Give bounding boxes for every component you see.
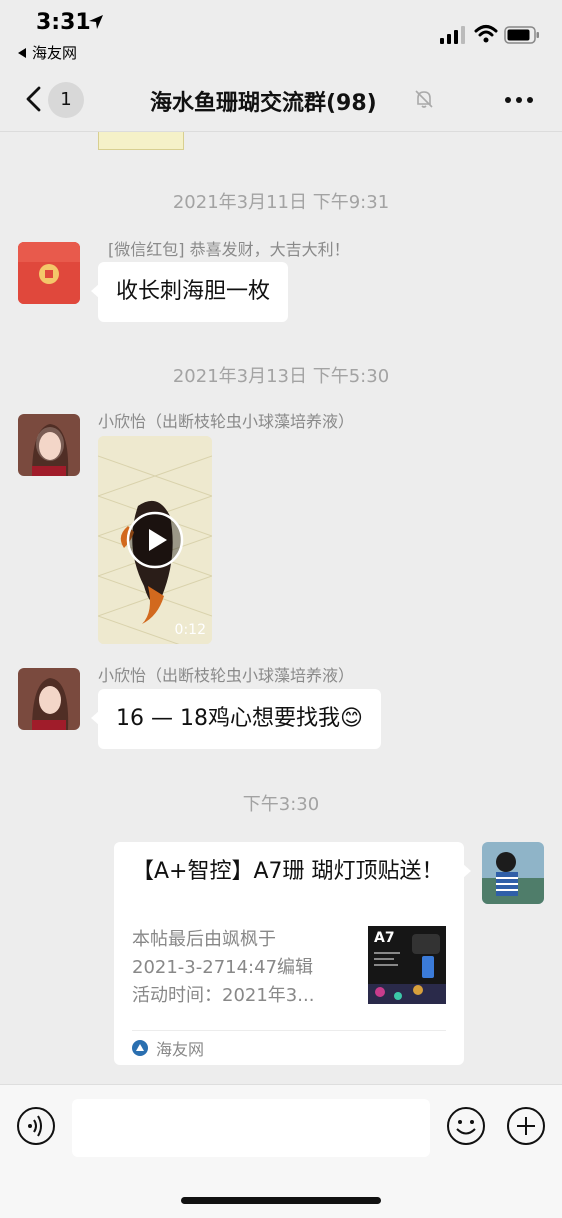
- location-arrow-icon: [89, 15, 103, 29]
- back-app-label: 海友网: [32, 44, 78, 62]
- plus-icon[interactable]: [506, 1106, 546, 1146]
- status-time: 3:31: [36, 10, 91, 35]
- message-bubble-text[interactable]: 16 — 18鸡心想要找我😊: [91, 689, 381, 749]
- sender-name-video: 小欣怡（出断枝轮虫小球藻培养液）: [98, 412, 355, 431]
- link-card-message[interactable]: 【A+智控】A7珊 瑚灯顶贴送！ 本帖最后由飒枫于 2021-3-2714:47…: [114, 842, 471, 1065]
- back-triangle-icon: [18, 47, 26, 58]
- red-packet-caption: [微信红包] 恭喜发财，大吉大利！: [108, 240, 350, 259]
- avatar-xiaoxinyi-2[interactable]: [18, 668, 80, 730]
- user-avatar-image: [482, 842, 544, 904]
- chat-header: 1 海水鱼珊瑚交流群(98): [0, 70, 562, 132]
- red-packet-icon: [18, 242, 80, 304]
- cellular-signal-icon: [440, 26, 465, 44]
- card-desc-line-2: 2021-3-2714:47编辑: [132, 957, 314, 978]
- timestamp-3: 下午3:30: [242, 794, 320, 815]
- voice-icon[interactable]: [16, 1106, 56, 1146]
- message-bubble-red-packet[interactable]: 收长刺海胆一枚: [90, 262, 289, 322]
- previous-image-thumbnail[interactable]: [98, 132, 184, 150]
- emoji-icon[interactable]: [446, 1106, 486, 1146]
- status-bar: 3:31 海友网: [0, 0, 562, 70]
- message-list[interactable]: 2021年3月11日 下午9:31 [微信红包] 恭喜发财，大吉大利！ 收长刺海…: [0, 132, 562, 1082]
- input-toolbar: [0, 1084, 562, 1218]
- card-divider: [132, 1030, 446, 1031]
- back-to-app-link[interactable]: 海友网: [16, 42, 77, 63]
- card-source-label: 海友网: [156, 1040, 205, 1059]
- card-description: 本帖最后由飒枫于 2021-3-2714:47编辑 活动时间：2021年3...: [132, 926, 352, 1010]
- more-dots-icon[interactable]: [504, 96, 534, 104]
- app-logo-icon: [132, 1040, 148, 1056]
- card-thumbnail: A7: [368, 926, 446, 1004]
- video-duration: 0:12: [174, 622, 206, 638]
- card-desc-line-3: 活动时间：2021年3...: [132, 985, 315, 1006]
- user-avatar-image: [18, 668, 80, 730]
- sender-name-text: 小欣怡（出断枝轮虫小球藻培养液）: [98, 666, 355, 685]
- chevron-left-icon[interactable]: [20, 84, 50, 114]
- card-title: 【A+智控】A7珊 瑚灯顶贴送！: [132, 859, 444, 884]
- avatar-self[interactable]: [482, 842, 544, 904]
- timestamp-2: 2021年3月13日 下午5:30: [172, 366, 390, 387]
- message-input[interactable]: [72, 1099, 430, 1157]
- product-image: [368, 934, 446, 1004]
- play-icon[interactable]: [125, 510, 185, 570]
- user-avatar-image: [18, 414, 80, 476]
- wifi-icon: [474, 25, 498, 43]
- card-desc-line-1: 本帖最后由飒枫于: [132, 929, 276, 950]
- chat-title: 海水鱼珊瑚交流群(98): [150, 91, 377, 116]
- avatar-red-packet-sender[interactable]: [18, 242, 80, 304]
- avatar-xiaoxinyi[interactable]: [18, 414, 80, 476]
- card-source: 海友网: [132, 1036, 204, 1060]
- home-indicator[interactable]: [181, 1197, 381, 1204]
- unread-count-badge[interactable]: 1: [48, 82, 84, 118]
- timestamp-1: 2021年3月11日 下午9:31: [172, 192, 390, 213]
- battery-icon: [504, 26, 539, 44]
- video-message[interactable]: 0:12: [98, 436, 212, 644]
- bell-off-icon: [415, 90, 433, 108]
